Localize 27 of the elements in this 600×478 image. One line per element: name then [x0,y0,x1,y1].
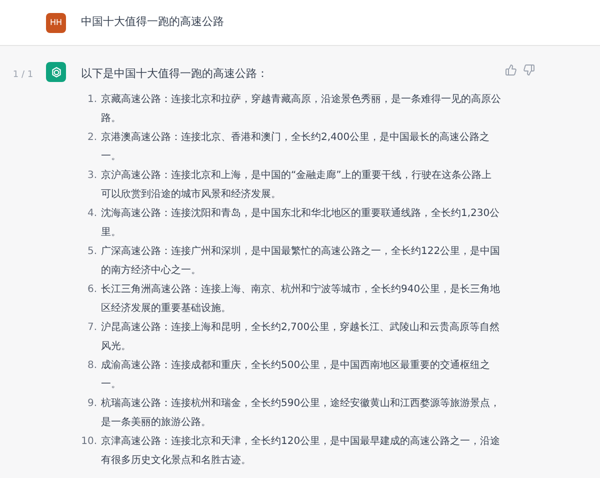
assistant-intro: 以下是中国十大值得一跑的高速公路： [81,66,269,82]
list-number: 8. [86,359,98,373]
list-item-text: 杭瑞高速公路：连接杭州和瑞金，全长约590公里，途经安徽黄山和江西婺源等旅游景点，是一条美丽的旅游公路。 [101,396,501,430]
user-message: 中国十大值得一跑的高速公路 [81,14,224,30]
list-number: 2. [86,131,98,145]
pager-label: 1 / 1 [12,69,34,82]
list-item-text: 京港澳高速公路：连接北京、香港和澳门，全长约2,400公里，是中国最长的高速公路之一。 [101,130,491,164]
list-item-text: 广深高速公路：连接广州和深圳，是中国最繁忙的高速公路之一，全长约122公里，是中国的南方经济中心之一。 [101,244,501,278]
thumbs-down-icon[interactable] [523,64,535,76]
list-item-text: 京沪高速公路：连接北京和上海，是中国的“金融走廊”上的重要干线，行驶在这条公路上可以欣赏到沿途的城市风景和经济发展。 [101,168,492,202]
list-number: 6. [86,283,98,297]
list-number: 1. [86,93,98,107]
list-item-text: 京藏高速公路：连接北京和拉萨，穿越青藏高原，沿途景色秀丽，是一条难得一见的高原公路。 [101,92,501,126]
list-number: 5. [86,245,98,259]
list-item-text: 沈海高速公路：连接沈阳和青岛，是中国东北和华北地区的重要联通线路，全长约1,230公里。 [101,206,501,240]
user-avatar: HH [46,12,66,32]
list-number: 10. [81,435,98,449]
list-number: 9. [86,397,98,411]
list-item-text: 长江三角洲高速公路：连接上海、南京、杭州和宁波等城市，全长约940公里，是长三角地区经济发展的重要基础设施。 [101,282,501,316]
list-item-text: 沪昆高速公路：连接上海和昆明，全长约2,700公里，穿越长江、武陵山和云贵高原等自然风光。 [101,320,501,354]
list-number: 4. [86,207,98,221]
list-item-text: 京津高速公路：连接北京和天津，全长约120公里，是中国最早建成的高速公路之一，沿途有很多历史文化景点和名胜古迹。 [101,434,501,468]
knot-logo-icon [50,66,62,78]
list-number: 7. [86,321,98,335]
list-item-text: 成渝高速公路：连接成都和重庆，全长约500公里，是中国西南地区最重要的交通枢纽之一。 [101,358,492,392]
thumbs-up-icon[interactable] [505,64,517,76]
list-number: 3. [86,169,98,183]
